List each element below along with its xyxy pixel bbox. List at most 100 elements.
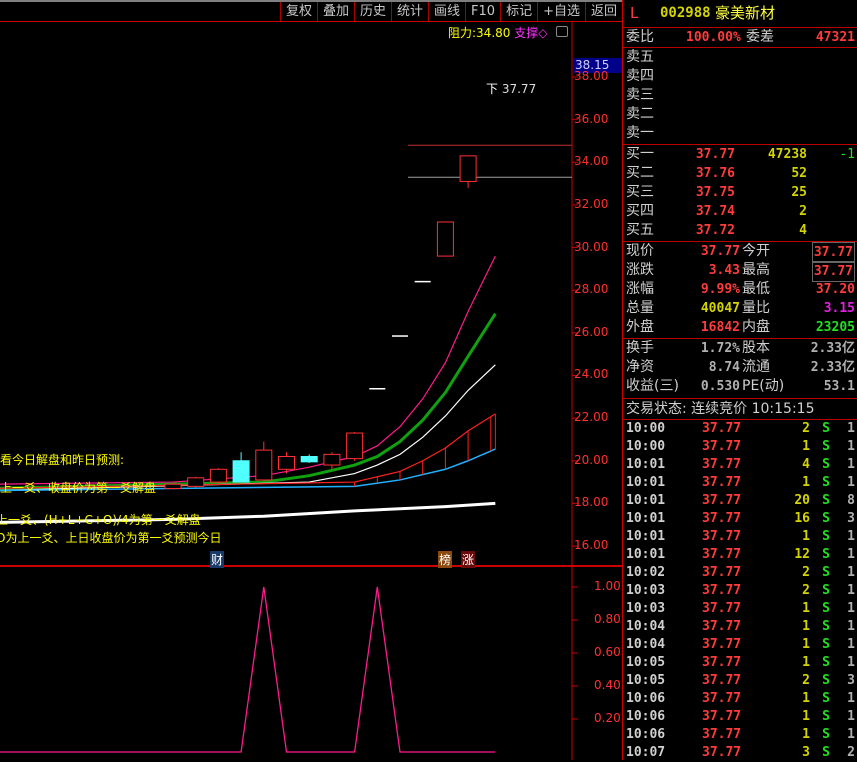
toolbar-button[interactable]: 复权	[279, 2, 317, 22]
buy-level[interactable]: 买二 37.76 52	[626, 164, 855, 183]
stat-label: 外盘	[626, 319, 654, 335]
stat-value: 40047	[700, 301, 740, 316]
toolbar-button[interactable]: +自选	[537, 2, 585, 22]
tick-volume: 3	[802, 745, 810, 760]
candle-body	[187, 477, 205, 487]
candle[interactable]	[323, 452, 341, 470]
tick-count: 1	[847, 457, 855, 472]
stat-value: 16842	[700, 320, 740, 335]
candle[interactable]	[232, 452, 250, 483]
tick-row: 10:01 37.77 12 S 1	[626, 546, 855, 564]
stat-label: 现价	[626, 243, 654, 259]
buy-volume: 25	[791, 185, 807, 200]
toolbar-button[interactable]: 标记	[500, 2, 537, 22]
fund-value: 2.33亿	[810, 341, 855, 356]
rank-badge[interactable]: 榜	[438, 551, 453, 568]
fund-label: 净资	[626, 359, 654, 375]
fund-label: PE(动)	[742, 378, 785, 394]
price-tick: 26.00	[574, 324, 609, 339]
tick-volume: 1	[802, 439, 810, 454]
candle[interactable]	[346, 431, 364, 461]
stat-row: 涨跌 3.43 最高 37.77	[626, 261, 855, 282]
tick-volume: 4	[802, 457, 810, 472]
tick-count: 1	[847, 709, 855, 724]
indicator-tick: 0.60	[594, 645, 621, 659]
tick-volume: 1	[802, 529, 810, 544]
support-label: 支撑◇	[514, 26, 548, 40]
buy-level[interactable]: 买三 37.75 25	[626, 183, 855, 202]
toolbar-button[interactable]: F10	[465, 2, 500, 22]
toolbar-button[interactable]: 统计	[391, 2, 428, 22]
candle[interactable]	[255, 441, 273, 482]
tick-time: 10:01	[626, 493, 666, 508]
order-ratio-row: 委比 100.00% 委差 47321	[626, 28, 855, 47]
tick-price: 37.77	[702, 511, 742, 526]
sell-level[interactable]: 卖三	[626, 86, 855, 105]
fundamental-row: 换手 1.72% 股本 2.33亿	[626, 339, 855, 358]
tick-time: 10:06	[626, 727, 666, 742]
stock-header: L 002988 豪美新材	[626, 4, 855, 23]
sell-level[interactable]: 卖二	[626, 105, 855, 124]
tick-row: 10:04 37.77 1 S 1	[626, 618, 855, 636]
stat-label: 涨幅	[626, 281, 654, 297]
buy-price: 37.75	[695, 185, 735, 200]
candle[interactable]	[187, 476, 205, 488]
candle[interactable]	[459, 155, 477, 188]
tick-time: 10:01	[626, 457, 666, 472]
fund-value: 0.530	[700, 379, 740, 394]
buy-volume: 47238	[767, 147, 807, 162]
tick-count: 1	[847, 421, 855, 436]
stat-label: 最低	[742, 281, 770, 297]
indicator-note: 看今日解盘和昨日预测:	[0, 453, 125, 467]
candle[interactable]	[300, 454, 318, 463]
buy-level-label: 买四	[626, 203, 654, 219]
tick-side: S	[822, 619, 830, 634]
candle[interactable]	[209, 468, 227, 484]
fund-value: 53.1	[823, 379, 855, 394]
limit-up-badge[interactable]: 涨	[461, 551, 476, 568]
weibi-value: 100.00%	[686, 30, 741, 45]
finance-badge[interactable]: 财	[210, 551, 225, 568]
tick-price: 37.77	[702, 565, 742, 580]
sell-level[interactable]: 卖四	[626, 67, 855, 86]
resistance-label: 阻力:34.80 支撑◇	[448, 24, 547, 41]
price-tick: 34.00	[574, 154, 609, 169]
tick-time: 10:06	[626, 691, 666, 706]
fundamental-row: 净资 8.74 流通 2.33亿	[626, 358, 855, 377]
toolbar-button[interactable]: 画线	[428, 2, 465, 22]
tick-price: 37.77	[702, 457, 742, 472]
stat-label: 总量	[626, 300, 654, 316]
tick-time: 10:04	[626, 637, 666, 652]
tick-volume: 1	[802, 709, 810, 724]
tick-count: 2	[847, 745, 855, 760]
buy-price: 37.77	[695, 147, 735, 162]
tick-price: 37.77	[702, 727, 742, 742]
weibi-label: 委比	[626, 29, 654, 45]
tick-row: 10:04 37.77 1 S 1	[626, 636, 855, 654]
buy-level[interactable]: 买五 37.72 4	[626, 221, 855, 240]
toolbar-button[interactable]: 叠加	[316, 2, 354, 22]
tick-time: 10:01	[626, 547, 666, 562]
tick-side: S	[822, 745, 830, 760]
tick-side: S	[822, 475, 830, 490]
buy-level-label: 买二	[626, 165, 654, 181]
toolbar-button[interactable]: 返回	[584, 2, 622, 22]
candle[interactable]	[436, 221, 454, 257]
tick-time: 10:05	[626, 673, 666, 688]
candle[interactable]	[164, 483, 182, 490]
tick-count: 1	[847, 601, 855, 616]
tick-side: S	[822, 511, 830, 526]
toolbar-button[interactable]: 历史	[353, 2, 391, 22]
tick-side: S	[822, 727, 830, 742]
tick-volume: 2	[802, 583, 810, 598]
tick-side: S	[822, 493, 830, 508]
sell-level[interactable]: 卖一	[626, 124, 855, 143]
buy-level[interactable]: 买四 37.74 2	[626, 202, 855, 221]
panel-toggle-icon[interactable]	[556, 26, 568, 37]
signal-line	[0, 586, 496, 753]
tick-count: 1	[847, 475, 855, 490]
sell-level-label: 卖四	[626, 68, 654, 84]
sell-level[interactable]: 卖五	[626, 48, 855, 67]
kline-chart[interactable]	[0, 0, 622, 760]
buy-level[interactable]: 买一 37.77 47238 -1	[626, 145, 855, 164]
